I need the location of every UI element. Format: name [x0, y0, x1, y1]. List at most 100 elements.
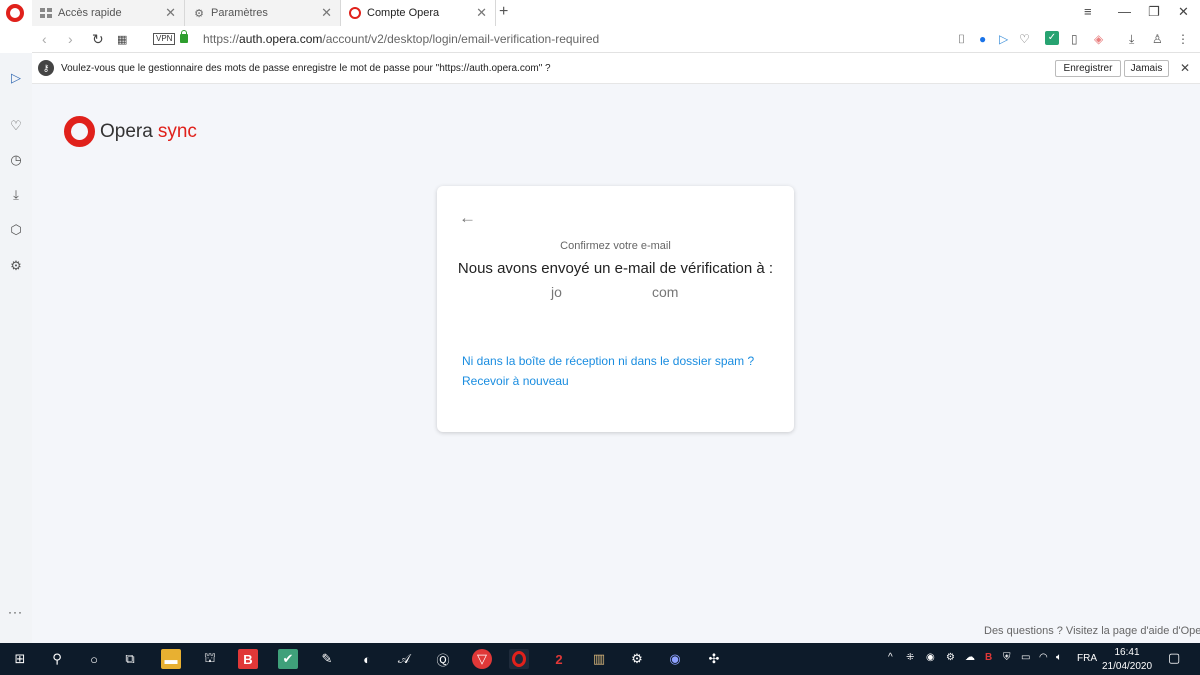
volume-icon[interactable]: 🔈︎: [1056, 652, 1062, 663]
tab-label: Compte Opera: [367, 7, 440, 19]
language-indicator[interactable]: FRA: [1077, 653, 1097, 664]
key-icon: ⚷: [38, 60, 54, 76]
password-message: Voulez-vous que le gestionnaire des mots…: [61, 63, 551, 74]
script-app-icon[interactable]: 𝒜: [394, 649, 414, 669]
email-start: jo: [551, 284, 562, 300]
extension-cube-icon[interactable]: ◈: [1094, 32, 1103, 46]
camera-icon[interactable]: ⌷: [958, 32, 965, 47]
tray-chevron-icon[interactable]: ^: [888, 652, 893, 663]
pen-app-icon[interactable]: ✎: [317, 649, 337, 669]
close-icon[interactable]: ✕: [476, 5, 487, 21]
quicklook-icon[interactable]: Ⓠ: [433, 649, 453, 669]
sidebar: ▷ ♡ ◷ ⤓ ⬡ ⚙ ···: [0, 53, 32, 643]
wifi-icon[interactable]: ◠: [1039, 652, 1048, 663]
password-save-bar: ⚷ Voulez-vous que le gestionnaire des mo…: [32, 54, 1200, 84]
close-window-button[interactable]: ✕: [1178, 4, 1189, 20]
forward-button[interactable]: ›: [68, 31, 73, 47]
never-button[interactable]: Jamais: [1124, 60, 1169, 77]
verified-icon[interactable]: ●: [979, 32, 986, 46]
battery-icon[interactable]: ▭: [1021, 652, 1030, 663]
restore-button[interactable]: ❐: [1148, 4, 1160, 20]
tab-settings[interactable]: ⚙ Paramètres ✕: [185, 0, 341, 26]
tray-steam-icon[interactable]: ⚙: [946, 652, 955, 663]
windows-taskbar: ⊞ ⚲ ○ ⧉ ▬ ⛫ B ✔ ✎ ◐ 𝒜 Ⓠ ▽ 2 ▥ ⚙ ◉ ✣ ^ ⁜ …: [0, 643, 1200, 675]
verification-card: ← Confirmez votre e-mail Nous avons envo…: [437, 186, 794, 432]
tray-shield-icon[interactable]: ⛨: [1003, 652, 1011, 663]
brand-name: Opera: [100, 120, 153, 142]
tab-opera-account[interactable]: Compte Opera ✕: [341, 0, 496, 26]
clock[interactable]: 16:41 21/04/2020: [1102, 646, 1152, 674]
account-icon[interactable]: ♙: [1152, 32, 1163, 46]
more-icon[interactable]: ⋮: [1177, 32, 1189, 46]
tray-app-icon[interactable]: ⁜: [906, 652, 914, 663]
flow-icon[interactable]: ▷: [8, 70, 24, 86]
tab-menu-icon[interactable]: ≡: [1084, 4, 1092, 19]
history-icon[interactable]: ◷: [8, 152, 24, 168]
extensions-icon[interactable]: ⬡: [8, 222, 24, 238]
moon-app-icon[interactable]: ◐: [357, 649, 377, 669]
steam-icon[interactable]: ⚙: [627, 649, 647, 669]
card-subtitle: Confirmez votre e-mail: [560, 240, 671, 252]
time: 16:41: [1114, 647, 1140, 658]
close-icon[interactable]: ✕: [1180, 61, 1190, 75]
heart-icon[interactable]: ♡: [1019, 32, 1030, 46]
onedrive-icon[interactable]: ☁: [965, 652, 975, 663]
reader-icon[interactable]: ▯: [1071, 32, 1078, 46]
library-icon[interactable]: ▥: [589, 649, 609, 669]
more-icon[interactable]: ···: [8, 605, 23, 619]
grid-icon: [40, 7, 52, 19]
opera-taskbar-icon[interactable]: [509, 649, 529, 669]
new-tab-button[interactable]: +: [499, 3, 508, 21]
vpn-badge[interactable]: VPN: [153, 33, 176, 45]
page-content: Opera sync ← Confirmez votre e-mail Nous…: [32, 84, 1200, 643]
close-icon[interactable]: ✕: [165, 5, 176, 21]
tab-speed-dial[interactable]: Accès rapide ✕: [32, 0, 185, 26]
reload-button[interactable]: ↻: [92, 31, 104, 48]
file-explorer-icon[interactable]: ▬: [161, 649, 181, 669]
tray-discord-icon[interactable]: ◉: [926, 652, 935, 663]
download-icon[interactable]: ⤓: [1129, 32, 1134, 47]
tabs-grid-icon[interactable]: ▦: [117, 33, 127, 46]
opera-menu-icon[interactable]: [6, 4, 24, 22]
opera-sync-logo: Opera sync: [64, 116, 197, 147]
tab-label: Accès rapide: [58, 7, 122, 19]
settings-icon[interactable]: ⚙: [8, 258, 24, 274]
not-received-link[interactable]: Ni dans la boîte de réception ni dans le…: [462, 354, 754, 368]
opera-logo-icon: [64, 116, 95, 147]
discord-icon[interactable]: ◉: [665, 649, 685, 669]
cortana-icon[interactable]: ○: [84, 649, 104, 669]
search-icon[interactable]: ⚲: [47, 649, 67, 669]
download-icon[interactable]: ⤓: [8, 187, 24, 203]
help-link[interactable]: Des questions ? Visitez la page d'aide d…: [984, 625, 1200, 637]
tab-strip: Accès rapide ✕ ⚙ Paramètres ✕ Compte Ope…: [0, 0, 1200, 26]
back-button[interactable]: ‹: [42, 31, 47, 47]
vivaldi-icon[interactable]: ▽: [472, 649, 492, 669]
gear-icon: ⚙: [194, 7, 204, 20]
task-view-icon[interactable]: ⧉: [120, 649, 140, 669]
extension-icon[interactable]: ✓: [1045, 31, 1059, 45]
resend-link[interactable]: Recevoir à nouveau: [462, 374, 569, 388]
address-bar: ‹ › ↻ ▦ VPN https://auth.opera.com/accou…: [32, 26, 1200, 53]
notifications-icon[interactable]: ▢: [1168, 650, 1180, 666]
app-b-icon[interactable]: B: [238, 649, 258, 669]
vuze-icon[interactable]: ✔: [278, 649, 298, 669]
brand-product: sync: [157, 120, 197, 142]
send-icon[interactable]: ▷: [999, 32, 1008, 46]
save-password-button[interactable]: Enregistrer: [1055, 60, 1121, 77]
card-title: Nous avons envoyé un e-mail de vérificat…: [457, 260, 774, 277]
minimize-button[interactable]: —: [1118, 4, 1131, 19]
date: 21/04/2020: [1102, 661, 1153, 672]
back-arrow-icon[interactable]: ←: [459, 208, 476, 228]
url-field[interactable]: https://auth.opera.com/account/v2/deskto…: [203, 32, 599, 46]
tab-label: Paramètres: [211, 7, 268, 19]
lock-icon[interactable]: [180, 30, 188, 43]
heart-icon[interactable]: ♡: [8, 118, 24, 134]
store-icon[interactable]: ⛫: [200, 649, 220, 669]
start-windows-icon[interactable]: ⊞: [10, 649, 30, 669]
slack-icon[interactable]: ✣: [704, 649, 724, 669]
email-end: com: [652, 284, 679, 300]
close-icon[interactable]: ✕: [321, 5, 332, 21]
tray-b-icon[interactable]: B: [985, 652, 992, 663]
app-2-icon[interactable]: 2: [549, 649, 569, 669]
opera-icon: [349, 7, 361, 19]
